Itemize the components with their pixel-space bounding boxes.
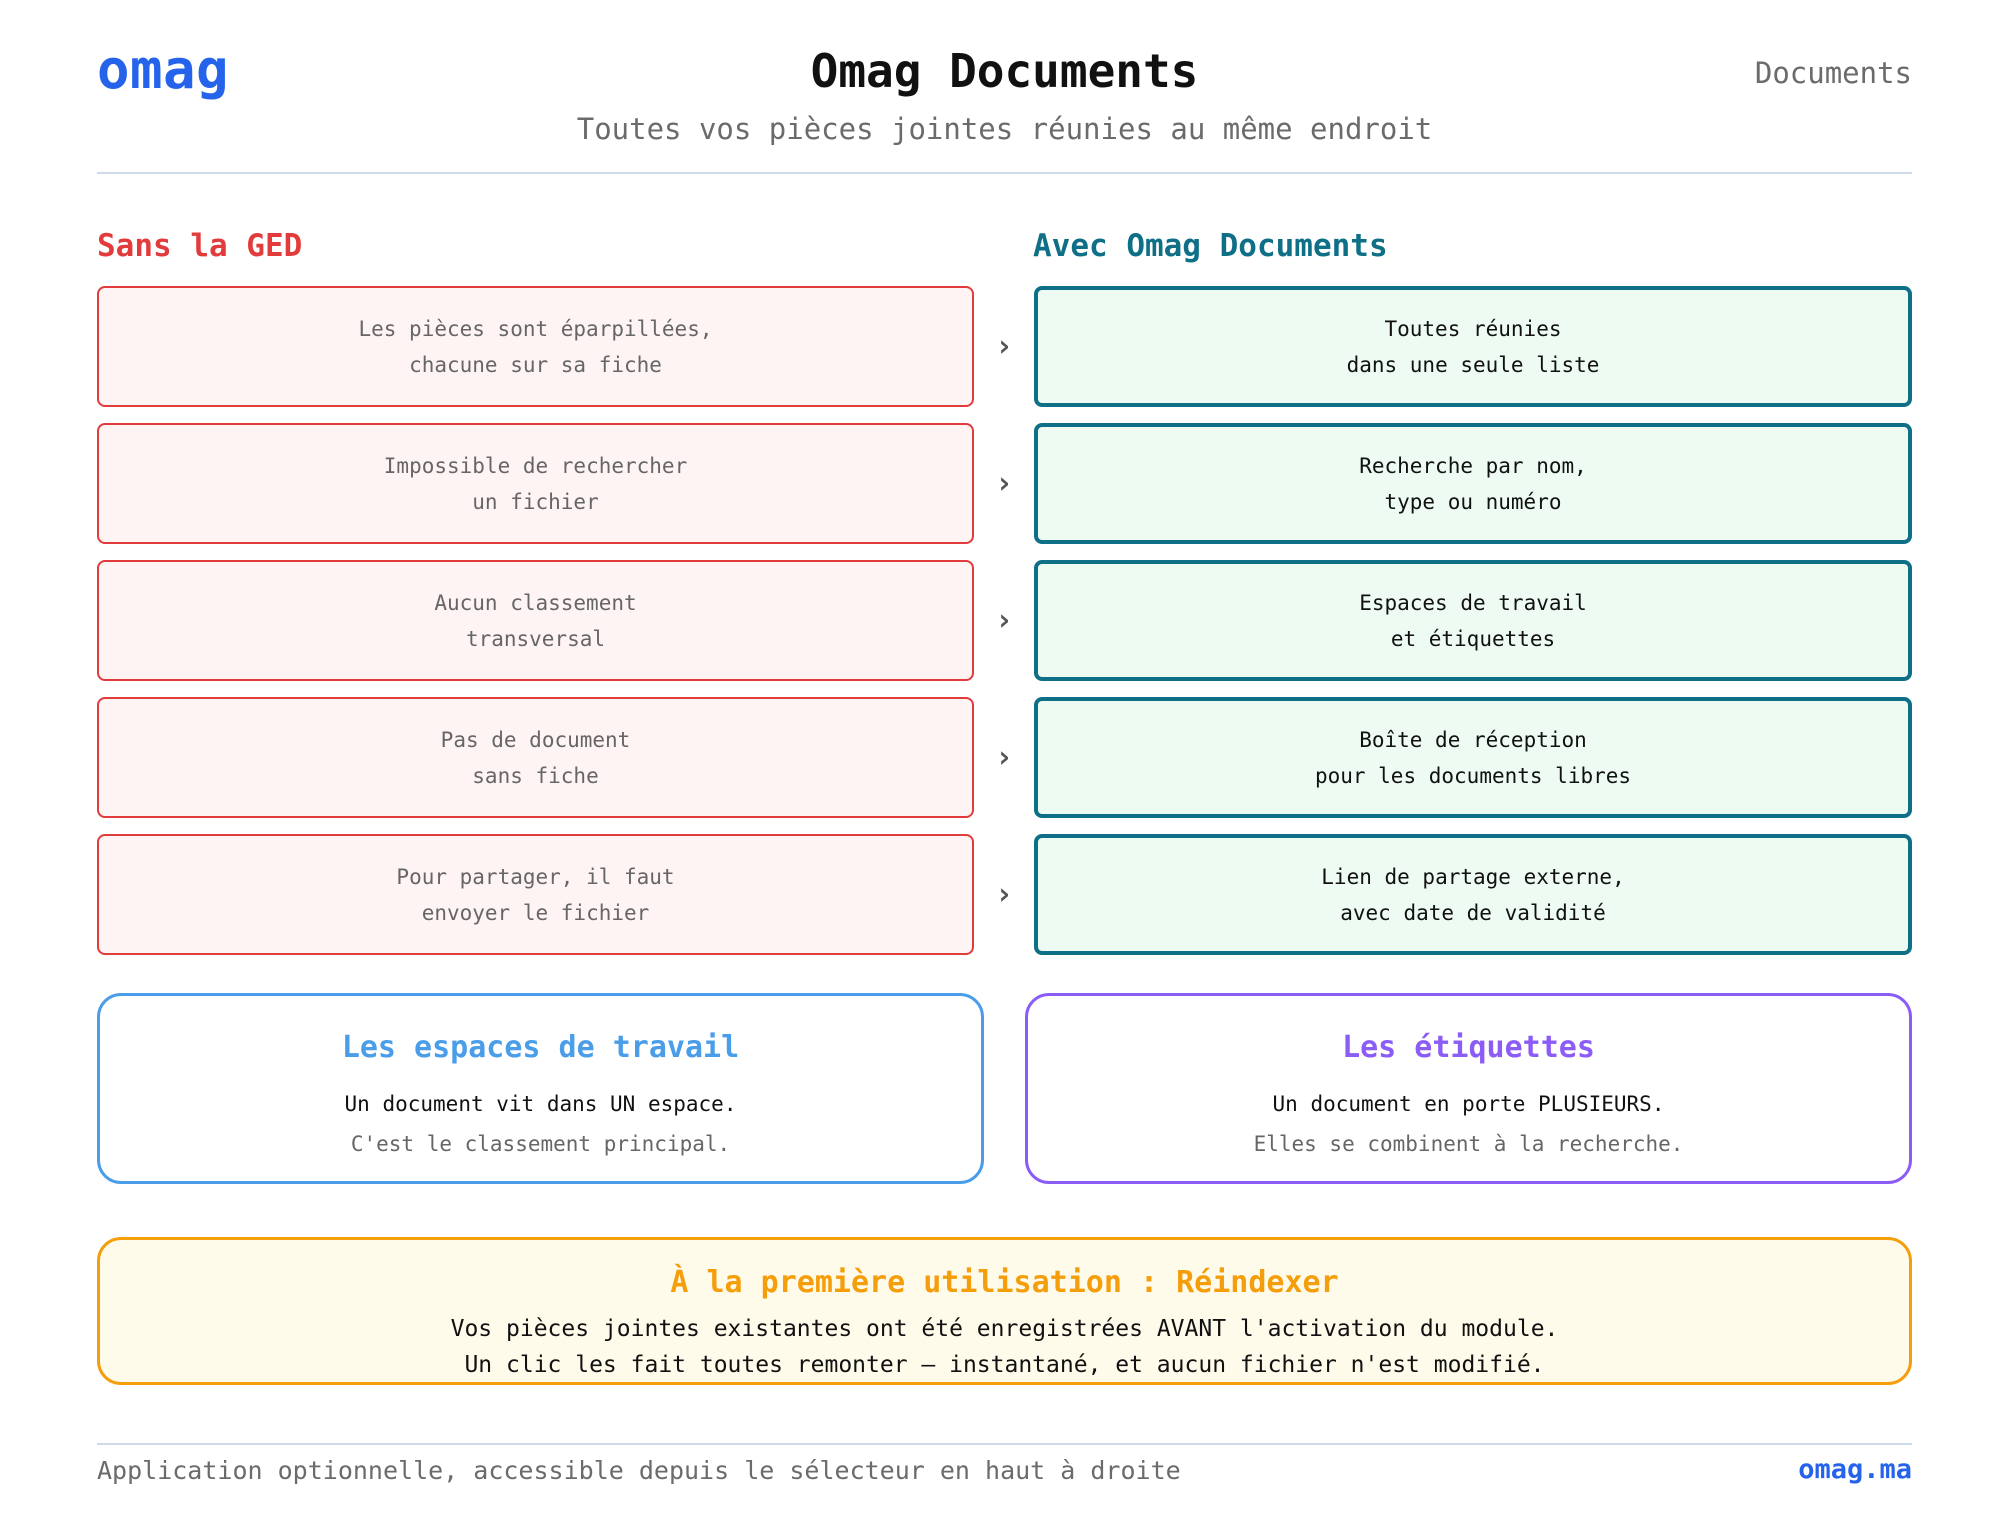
with-line: Toutes réunies	[1384, 316, 1562, 341]
footer-note: Application optionnelle, accessible depu…	[97, 1456, 1181, 1485]
with-box: Recherche par nom, type ou numéro	[1034, 423, 1912, 544]
comparison-row: Aucun classement transversal › Espaces d…	[97, 560, 1912, 681]
workspaces-card-rule: Un document vit dans UN espace.	[344, 1092, 737, 1116]
page-title: Omag Documents	[810, 44, 1199, 98]
with-omag-heading: Avec Omag Documents	[1033, 228, 1388, 264]
comparison-row: Pour partager, il faut envoyer le fichie…	[97, 834, 1912, 955]
without-line: Les pièces sont éparpillées,	[358, 316, 713, 341]
workspaces-card-title: Les espaces de travail	[341, 1030, 740, 1065]
without-line: envoyer le fichier	[421, 900, 650, 925]
workspaces-card: Les espaces de travail Un document vit d…	[97, 993, 984, 1184]
without-line: sans fiche	[472, 763, 599, 788]
comparison-row: Pas de document sans fiche › Boîte de ré…	[97, 697, 1912, 818]
with-line: et étiquettes	[1390, 626, 1556, 651]
footer-website-link[interactable]: omag.ma	[1798, 1454, 1912, 1485]
chevron-right-icon: ›	[994, 603, 1014, 638]
header-divider	[97, 172, 1912, 174]
page: omag Omag Documents Documents Toutes vos…	[97, 0, 1912, 1540]
with-line: avec date de validité	[1340, 900, 1606, 925]
with-box: Lien de partage externe, avec date de va…	[1034, 834, 1912, 955]
without-line: chacune sur sa fiche	[409, 352, 662, 377]
tags-card-title: Les étiquettes	[1342, 1030, 1595, 1065]
without-box: Aucun classement transversal	[97, 560, 974, 681]
workspaces-card-note: C'est le classement principal.	[350, 1132, 731, 1156]
tags-card: Les étiquettes Un document en porte PLUS…	[1025, 993, 1912, 1184]
without-line: Impossible de rechercher	[383, 453, 688, 478]
with-line: Espaces de travail	[1359, 590, 1587, 615]
without-line: transversal	[465, 626, 606, 651]
reindex-title: À la première utilisation : Réindexer	[670, 1265, 1339, 1300]
without-line: Aucun classement	[434, 590, 637, 615]
chevron-right-icon: ›	[994, 329, 1014, 364]
with-line: type ou numéro	[1384, 489, 1562, 514]
without-box: Pour partager, il faut envoyer le fichie…	[97, 834, 974, 955]
tags-card-rule: Un document en porte PLUSIEURS.	[1272, 1092, 1665, 1116]
reindex-callout: À la première utilisation : Réindexer Vo…	[97, 1237, 1912, 1385]
with-box: Boîte de réception pour les documents li…	[1034, 697, 1912, 818]
without-line: un fichier	[472, 489, 599, 514]
chevron-right-icon: ›	[994, 740, 1014, 775]
with-line: Lien de partage externe,	[1321, 864, 1625, 889]
tags-card-note: Elles se combinent à la recherche.	[1253, 1132, 1684, 1156]
reindex-text-line: Vos pièces jointes existantes ont été en…	[450, 1316, 1559, 1342]
without-line: Pas de document	[440, 727, 631, 752]
with-line: dans une seule liste	[1346, 352, 1600, 377]
with-line: Boîte de réception	[1359, 727, 1587, 752]
with-box: Toutes réunies dans une seule liste	[1034, 286, 1912, 407]
without-line: Pour partager, il faut	[396, 864, 675, 889]
without-ged-heading: Sans la GED	[97, 228, 303, 264]
without-box: Impossible de rechercher un fichier	[97, 423, 974, 544]
chevron-right-icon: ›	[994, 877, 1014, 912]
without-box: Les pièces sont éparpillées, chacune sur…	[97, 286, 974, 407]
comparison-row: Les pièces sont éparpillées, chacune sur…	[97, 286, 1912, 407]
without-box: Pas de document sans fiche	[97, 697, 974, 818]
nav-documents-link[interactable]: Documents	[1755, 56, 1912, 90]
comparison-list: Les pièces sont éparpillées, chacune sur…	[97, 286, 1912, 971]
with-line: pour les documents libres	[1314, 763, 1632, 788]
with-line: Recherche par nom,	[1359, 453, 1587, 478]
chevron-right-icon: ›	[994, 466, 1014, 501]
with-box: Espaces de travail et étiquettes	[1034, 560, 1912, 681]
comparison-row: Impossible de rechercher un fichier › Re…	[97, 423, 1912, 544]
reindex-text-line: Un clic les fait toutes remonter — insta…	[464, 1352, 1545, 1378]
footer-divider	[97, 1443, 1912, 1445]
page-subtitle: Toutes vos pièces jointes réunies au mêm…	[576, 112, 1433, 146]
